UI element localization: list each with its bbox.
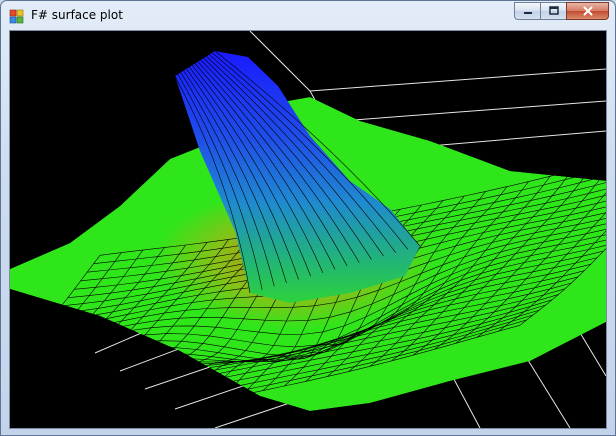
surface-plot <box>10 31 606 428</box>
app-icon[interactable] <box>9 8 25 24</box>
maximize-button[interactable] <box>540 2 566 20</box>
plot-canvas[interactable] <box>9 30 607 429</box>
minimize-button[interactable] <box>514 2 540 20</box>
window-title: F# surface plot <box>31 8 123 22</box>
maximize-icon <box>548 6 559 15</box>
close-icon <box>583 6 592 16</box>
minimize-icon <box>523 12 532 14</box>
caption-buttons <box>514 2 609 20</box>
close-button[interactable] <box>566 2 609 20</box>
title-bar[interactable]: F# surface plot <box>1 1 615 29</box>
app-window: F# surface plot <box>0 0 616 436</box>
